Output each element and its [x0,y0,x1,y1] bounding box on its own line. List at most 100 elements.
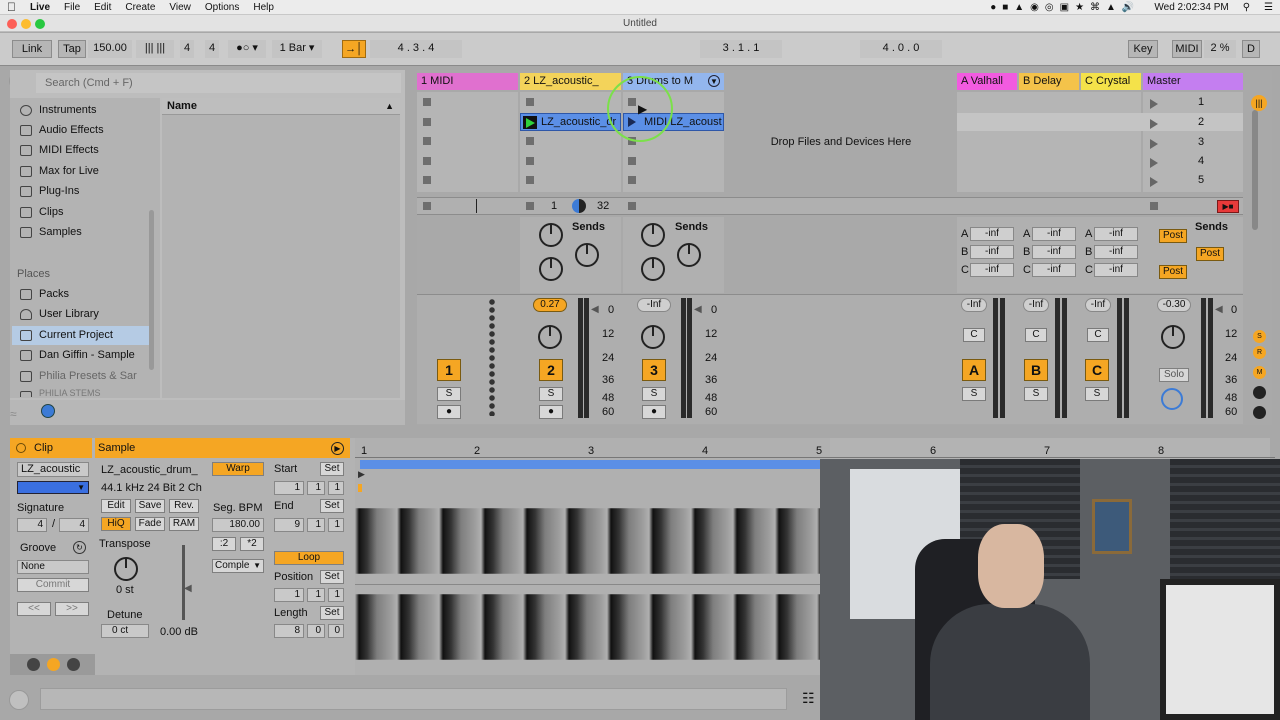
place-current-project[interactable]: Current Project [12,326,154,345]
return-a-send-c[interactable]: -inf [970,263,1014,277]
solo-button-1[interactable]: S [437,387,461,401]
fader-arrow-3[interactable]: ◀ [694,304,702,315]
zoom-window-button[interactable] [35,19,45,29]
clip-play-icon[interactable] [523,116,537,129]
clip-sig-den[interactable]: 4 [59,518,89,532]
reverse-button[interactable]: Rev. [169,499,199,513]
preview-icon[interactable] [41,404,55,418]
send-c-knob-3[interactable] [641,257,665,281]
end-sixteenth[interactable]: 1 [328,518,344,532]
mixer-toggle-icon[interactable]: M [1253,366,1266,379]
midi-map-button[interactable]: MIDI [1172,40,1202,58]
detune-field[interactable]: 0 ct [101,624,149,638]
double-tempo-button[interactable]: *2 [240,537,264,551]
send-a-knob-2[interactable] [539,223,563,247]
position-beat[interactable]: 1 [307,588,325,602]
length-sixteenth[interactable]: 0 [328,624,344,638]
groove-select[interactable]: None [17,560,89,574]
solo-return-a[interactable]: S [962,387,986,401]
waveform-bottom[interactable] [355,594,830,660]
track-fold-icon[interactable]: ▼ [708,75,720,87]
browser-audio-effects[interactable]: Audio Effects [12,121,154,140]
fader-arrow-2[interactable]: ◀ [591,304,599,315]
arrangement-toggle-icon[interactable]: ☷ [802,690,820,708]
send-c-knob-2[interactable] [539,257,563,281]
volume-track-3[interactable]: -Inf [637,298,671,312]
pan-knob-master[interactable] [1161,325,1185,349]
commit-button[interactable]: Commit [17,578,89,592]
menu-view[interactable]: View [162,2,198,13]
clip-slot-stop[interactable] [526,98,534,106]
track-stop-2[interactable] [526,202,534,210]
solo-button-2[interactable]: S [539,387,563,401]
browser-midi-effects[interactable]: MIDI Effects [12,141,154,160]
pan-return-c[interactable]: C [1087,328,1109,342]
solo-button-3[interactable]: S [642,387,666,401]
start-sixteenth[interactable]: 1 [328,481,344,495]
post-button-a[interactable]: Post [1159,229,1187,243]
menu-list-icon[interactable]: ☰ [1257,2,1280,13]
minimize-window-button[interactable] [21,19,31,29]
solo-return-c[interactable]: S [1085,387,1109,401]
groove-hot-swap-icon[interactable]: ↻ [73,541,86,554]
loop-length-field[interactable]: 4 . 0 . 0 [860,40,942,58]
return-b-send-c[interactable]: -inf [1032,263,1076,277]
save-button[interactable]: Save [135,499,165,513]
master-solo-button[interactable]: Solo [1159,368,1189,382]
time-sig-num[interactable]: 4 [180,40,194,58]
volume-return-c[interactable]: -Inf [1085,298,1111,312]
sends-toggle-icon[interactable]: S [1253,330,1266,343]
start-marker-icon[interactable]: ▶ [358,469,365,480]
menu-edit[interactable]: Edit [87,2,118,13]
return-c-send-a[interactable]: -inf [1094,227,1138,241]
clip-sig-num[interactable]: 4 [17,518,47,532]
loop-button[interactable]: Loop [274,551,344,565]
menu-help[interactable]: Help [246,2,281,13]
solo-return-b[interactable]: S [1024,387,1048,401]
position-sixteenth[interactable]: 1 [328,588,344,602]
length-set-button[interactable]: Set [320,606,344,620]
slice-toggle-icon[interactable] [572,199,586,213]
position-set-button[interactable]: Set [320,570,344,584]
clip-name-field[interactable]: LZ_acoustic [17,462,89,477]
scene-launch-5[interactable]: 5 [1150,174,1240,190]
close-window-button[interactable] [7,19,17,29]
link-button[interactable]: Link [12,40,52,58]
browser-clips[interactable]: Clips [12,203,154,222]
browser-plug-ins[interactable]: Plug-Ins [12,182,154,201]
arm-button-3[interactable]: ● [642,405,666,419]
browser-instruments[interactable]: Instruments [12,101,154,120]
nudge-forward-button[interactable]: >> [55,602,89,616]
volume-master[interactable]: -0.30 [1157,298,1191,312]
ram-button[interactable]: RAM [169,517,199,531]
launch-box-icon[interactable] [27,658,40,671]
length-bar[interactable]: 8 [274,624,304,638]
track-stop-3[interactable] [628,202,636,210]
clip-color-selector[interactable]: ▼ [17,481,89,494]
track-activator-1[interactable]: 1 [437,359,461,381]
send-a-knob-3[interactable] [641,223,665,247]
volume-return-a[interactable]: -Inf [961,298,987,312]
clip-audio-playing[interactable]: LZ_acoustic_dr [520,113,621,131]
track-header-1[interactable]: 1 MIDI [417,73,518,90]
end-beat[interactable]: 1 [307,518,325,532]
return-header-a[interactable]: A Valhall [957,73,1017,90]
delay-toggle-icon[interactable] [1253,386,1266,399]
follow-button[interactable]: →│ [342,40,366,58]
place-philia-stems[interactable]: PHILIA STEMS [12,387,154,397]
menu-app[interactable]: Live [23,2,57,13]
key-map-button[interactable]: Key [1128,40,1158,58]
clip-slot-stop[interactable] [628,157,636,165]
track-activator-3[interactable]: 3 [642,359,666,381]
clip-header-icon[interactable] [16,443,26,453]
clip-slot-stop[interactable] [526,157,534,165]
send-b-knob-2[interactable] [575,243,599,267]
track-header-2[interactable]: 2 LZ_acoustic_ [520,73,621,90]
sort-arrow-icon[interactable]: ▲ [385,98,394,115]
return-c-send-c[interactable]: -inf [1094,263,1138,277]
hiq-button[interactable]: HiQ [101,517,131,531]
name-column-header[interactable]: Name ▲ [162,98,400,115]
status-info-icon[interactable] [9,690,29,710]
status-icons[interactable]: ●■▲◉◎▣★⌘▲🔊 [983,2,1147,13]
clip-slot-stop[interactable] [628,176,636,184]
